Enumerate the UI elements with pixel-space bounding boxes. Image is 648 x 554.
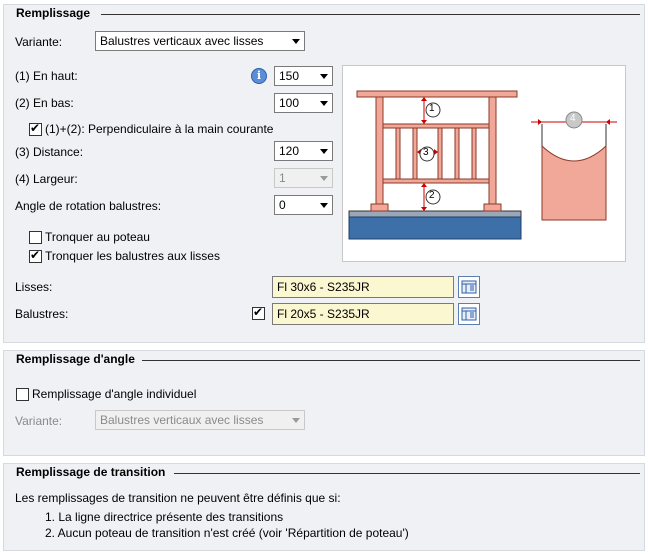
tronquer-poteau-label: Tronquer au poteau — [45, 230, 150, 244]
angle-variante-label: Variante: — [15, 414, 63, 428]
variante-dropdown[interactable]: Balustres verticaux avec lisses — [95, 31, 305, 51]
chevron-down-icon — [292, 39, 300, 44]
en-bas-label: (2) En bas: — [15, 96, 74, 110]
angle-variante-dropdown: Balustres verticaux avec lisses — [95, 410, 305, 430]
distance-dropdown[interactable]: 120 — [274, 141, 333, 161]
chevron-down-icon — [292, 418, 300, 423]
angle-variante-value: Balustres verticaux avec lisses — [100, 413, 264, 427]
transition-item-2: 2. Aucun poteau de transition n'est créé… — [45, 526, 409, 540]
transition-title: Remplissage de transition — [16, 465, 166, 479]
largeur-value: 1 — [279, 171, 286, 185]
transition-item-1: 1. La ligne directrice présente des tran… — [45, 510, 284, 524]
lisses-field[interactable]: Fl 30x6 - S235JR — [272, 276, 454, 298]
largeur-label: (4) Largeur: — [15, 172, 78, 186]
chevron-down-icon — [320, 203, 328, 208]
en-bas-dropdown[interactable]: 100 — [274, 93, 333, 113]
variante-value: Balustres verticaux avec lisses — [100, 34, 264, 48]
en-haut-dropdown[interactable]: 150 — [274, 66, 333, 86]
checkmark-icon: ✔ — [253, 305, 264, 319]
distance-label: (3) Distance: — [15, 145, 84, 159]
dim-1-label: 1 — [429, 103, 435, 114]
info-icon[interactable]: i — [251, 68, 267, 84]
tronquer-lisses-label: Tronquer les balustres aux lisses — [45, 249, 220, 263]
chevron-down-icon — [320, 74, 328, 79]
tronquer-poteau-checkbox[interactable] — [29, 231, 42, 244]
checkmark-icon: ✔ — [30, 248, 41, 262]
lisses-value: Fl 30x6 - S235JR — [277, 280, 370, 294]
checkmark-icon: ✔ — [30, 121, 41, 135]
dim-4-label: 4 — [570, 113, 576, 124]
balustres-value: Fl 20x5 - S235JR — [277, 307, 370, 321]
transition-text: Les remplissages de transition ne peuven… — [15, 491, 341, 505]
largeur-dropdown: 1 — [274, 168, 333, 188]
perpendiculaire-label: (1)+(2): Perpendiculaire à la main coura… — [45, 122, 274, 136]
divider — [174, 473, 640, 474]
angle-rotation-dropdown[interactable]: 0 — [274, 195, 333, 215]
lisses-label: Lisses: — [15, 280, 53, 294]
divider — [142, 360, 640, 361]
dim-3-label: 3 — [423, 147, 429, 158]
distance-value: 120 — [279, 144, 300, 158]
angle-individuel-label: Remplissage d'angle individuel — [32, 387, 197, 401]
balustres-label: Balustres: — [15, 307, 69, 321]
dim-2-label: 2 — [429, 190, 435, 201]
divider — [101, 14, 640, 15]
angle-rotation-label: Angle de rotation balustres: — [15, 199, 162, 213]
balustres-field[interactable]: Fl 20x5 - S235JR — [272, 303, 454, 325]
en-haut-value: 150 — [279, 69, 300, 83]
chevron-down-icon — [320, 101, 328, 106]
en-haut-label: (1) En haut: — [15, 69, 78, 83]
balustres-checkbox[interactable]: ✔ — [252, 305, 265, 320]
angle-title: Remplissage d'angle — [16, 352, 135, 366]
railing-diagram — [348, 90, 617, 240]
chevron-down-icon — [320, 149, 328, 154]
library-icon[interactable] — [458, 276, 480, 298]
perpendiculaire-checkbox[interactable]: ✔ — [29, 121, 42, 136]
tronquer-lisses-checkbox[interactable]: ✔ — [29, 248, 42, 263]
remplissage-title: Remplissage — [16, 6, 91, 20]
chevron-down-icon — [320, 176, 328, 181]
angle-rotation-value: 0 — [279, 198, 286, 212]
library-glyph — [461, 307, 477, 321]
railing-illustration: 1 3 2 4 — [342, 65, 626, 262]
angle-individuel-checkbox[interactable] — [16, 388, 29, 401]
variante-label: Variante: — [15, 35, 63, 49]
library-glyph — [461, 280, 477, 294]
angle-section: Remplissage d'angle — [3, 350, 645, 456]
library-icon[interactable] — [458, 303, 480, 325]
en-bas-value: 100 — [279, 96, 300, 110]
